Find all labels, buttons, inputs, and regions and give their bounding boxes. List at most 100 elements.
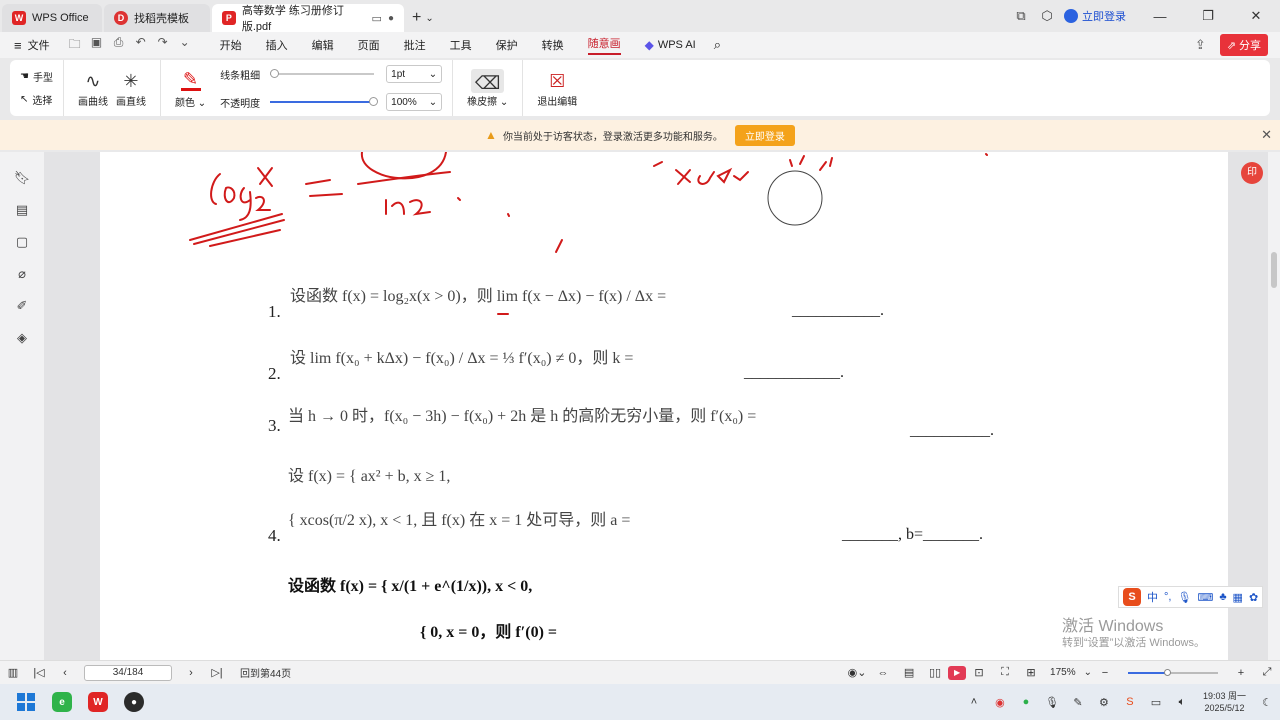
- tab-monitor-icon[interactable]: ▭: [372, 12, 382, 25]
- cloud-upload-icon[interactable]: ⇪: [1195, 37, 1206, 53]
- sogou-tray-icon[interactable]: S: [1117, 696, 1143, 708]
- chevron-up-icon[interactable]: ˄: [961, 696, 987, 708]
- punctuation-icon[interactable]: °,: [1164, 591, 1171, 603]
- redo-icon[interactable]: ↷: [152, 35, 174, 56]
- opacity-slider[interactable]: [270, 97, 379, 106]
- window-layout-icon[interactable]: ⧉: [1008, 8, 1034, 24]
- opacity-knob[interactable]: [369, 97, 379, 106]
- page-number-input[interactable]: 34/184: [84, 664, 172, 681]
- menu-freehand-draw[interactable]: 随意画: [587, 35, 621, 55]
- attachment-icon[interactable]: ⌀: [0, 258, 44, 290]
- hand-tool-button[interactable]: ☚ 手型: [20, 69, 53, 84]
- next-page-icon[interactable]: ›: [178, 667, 204, 679]
- record-icon[interactable]: ◉: [987, 696, 1013, 709]
- color-button[interactable]: ✎ 颜色 ⌄: [175, 67, 206, 109]
- signature-icon[interactable]: ✐: [0, 290, 44, 322]
- close-button[interactable]: ✕: [1232, 8, 1280, 24]
- volume-icon[interactable]: 🔈︎: [1169, 696, 1195, 709]
- exit-edit-button[interactable]: ☒ 退出编辑: [537, 69, 577, 108]
- scroll-thumb[interactable]: [1271, 252, 1277, 288]
- eraser-button[interactable]: ⌫ 橡皮擦 ⌄: [467, 68, 508, 108]
- thumbnail-icon[interactable]: ▤: [0, 194, 44, 226]
- zoom-slider[interactable]: [1128, 668, 1218, 676]
- pen-tray-icon[interactable]: ✎: [1065, 696, 1091, 709]
- zoom-in-icon[interactable]: +: [1228, 667, 1254, 679]
- tab-templates[interactable]: D 找稻壳模板: [104, 4, 210, 32]
- zoom-knob[interactable]: [1164, 668, 1171, 676]
- undo-icon[interactable]: ↶: [130, 35, 152, 56]
- layers-icon[interactable]: ◈: [0, 322, 44, 354]
- tab-unsaved-dot-icon[interactable]: ●: [388, 13, 394, 24]
- more-chevron-icon[interactable]: ⌄: [174, 35, 196, 56]
- single-page-icon[interactable]: ▤: [896, 666, 922, 679]
- notification-icon[interactable]: ☾: [1254, 696, 1280, 709]
- clock[interactable]: 19:03 周一 2025/5/12: [1203, 690, 1246, 714]
- tab-wps-office[interactable]: W WPS Office: [2, 4, 102, 32]
- tab-pdf-document[interactable]: P 高等数学 练习册修订版.pdf ▭ ●: [212, 4, 404, 33]
- fullscreen-icon[interactable]: ⛶: [992, 666, 1018, 679]
- login-button[interactable]: 立即登录: [1064, 8, 1126, 24]
- wechat-icon[interactable]: ●: [1013, 696, 1039, 708]
- start-button[interactable]: [8, 684, 44, 720]
- chevron-down-icon[interactable]: ⌄: [425, 13, 433, 24]
- actual-size-icon[interactable]: ⊞: [1018, 666, 1044, 679]
- sidebar-toggle-icon[interactable]: ▥: [0, 666, 26, 679]
- menu-tools[interactable]: 工具: [450, 37, 472, 53]
- close-icon[interactable]: ✕: [1261, 127, 1272, 143]
- tools-icon[interactable]: ✿: [1249, 591, 1258, 604]
- fit-width-icon[interactable]: ⇔: [870, 667, 896, 679]
- prev-page-icon[interactable]: ‹: [52, 667, 78, 679]
- cube-icon[interactable]: ⬡: [1034, 8, 1060, 24]
- keyboard-icon[interactable]: ⌨: [1197, 591, 1213, 604]
- taskbar-app-wps[interactable]: W: [80, 684, 116, 720]
- share-button[interactable]: ⇗ 分享: [1219, 34, 1268, 56]
- ime-toolbar[interactable]: S 中 °, 🎙︎ ⌨ ♣ ▦ ✿: [1118, 586, 1264, 608]
- stamp-icon[interactable]: 印: [1241, 162, 1263, 184]
- ime-mode[interactable]: 中: [1147, 589, 1158, 605]
- line-width-knob[interactable]: [270, 69, 280, 78]
- menu-insert[interactable]: 插入: [266, 37, 288, 53]
- taskbar-app-edge[interactable]: e: [44, 684, 80, 720]
- pdf-page[interactable]: 1. 设函数 f(x) = log₂x(x > 0)，则 lim f(x − Δ…: [100, 152, 1228, 660]
- line-width-select[interactable]: 1pt ⌄: [386, 65, 443, 83]
- taskbar-app-obs[interactable]: ●: [116, 684, 152, 720]
- new-tab-button[interactable]: + ⌄: [412, 4, 434, 32]
- expand-icon[interactable]: ⤢: [1254, 666, 1280, 679]
- zoom-out-icon[interactable]: −: [1092, 667, 1118, 679]
- minimize-button[interactable]: —: [1136, 9, 1184, 24]
- zoom-level[interactable]: 175%: [1050, 667, 1076, 678]
- save-icon[interactable]: ▣: [86, 35, 108, 56]
- menu-file[interactable]: 文件: [28, 37, 50, 53]
- grid-icon[interactable]: ▦: [1233, 591, 1243, 604]
- menu-convert[interactable]: 转换: [542, 37, 564, 53]
- line-width-slider[interactable]: [270, 69, 375, 78]
- menu-comment[interactable]: 批注: [404, 37, 426, 53]
- crop-icon[interactable]: ⊡: [966, 666, 992, 679]
- last-page-icon[interactable]: ▷|: [204, 666, 230, 679]
- restore-button[interactable]: ❐: [1184, 8, 1232, 24]
- right-scrollbar[interactable]: [1268, 152, 1280, 660]
- menu-page[interactable]: 页面: [358, 37, 380, 53]
- play-icon[interactable]: ▶: [948, 665, 967, 680]
- draw-line-button[interactable]: ✳ 画直线: [116, 69, 146, 108]
- print-icon[interactable]: ⎙: [108, 35, 130, 56]
- search-icon[interactable]: ⌕: [714, 37, 721, 53]
- chevron-down-icon[interactable]: ⌄: [1084, 667, 1092, 678]
- document-viewport[interactable]: 1. 设函数 f(x) = log₂x(x > 0)，则 lim f(x − Δ…: [44, 152, 1268, 660]
- back-to-page-link[interactable]: 回到第44页: [240, 665, 291, 680]
- network-icon[interactable]: ▭: [1143, 696, 1169, 709]
- first-page-icon[interactable]: |◁: [26, 666, 52, 679]
- menu-protect[interactable]: 保护: [496, 37, 518, 53]
- hamburger-icon[interactable]: ≡: [14, 38, 22, 53]
- eye-mode-icon[interactable]: ◉⌄: [844, 666, 870, 679]
- menu-start[interactable]: 开始: [220, 37, 242, 53]
- select-tool-button[interactable]: ↖ 选择: [20, 92, 53, 107]
- microphone-icon[interactable]: 🎙︎: [1177, 591, 1191, 604]
- open-folder-icon[interactable]: 🗀: [64, 35, 86, 56]
- opacity-select[interactable]: 100% ⌄: [386, 93, 443, 111]
- menu-edit[interactable]: 编辑: [312, 37, 334, 53]
- skin-icon[interactable]: ♣: [1219, 591, 1226, 603]
- bookmark-icon[interactable]: 🔖︎: [0, 162, 44, 194]
- menu-wps-ai[interactable]: ◆ WPS AI: [645, 38, 696, 52]
- comment-icon[interactable]: ▢: [0, 226, 44, 258]
